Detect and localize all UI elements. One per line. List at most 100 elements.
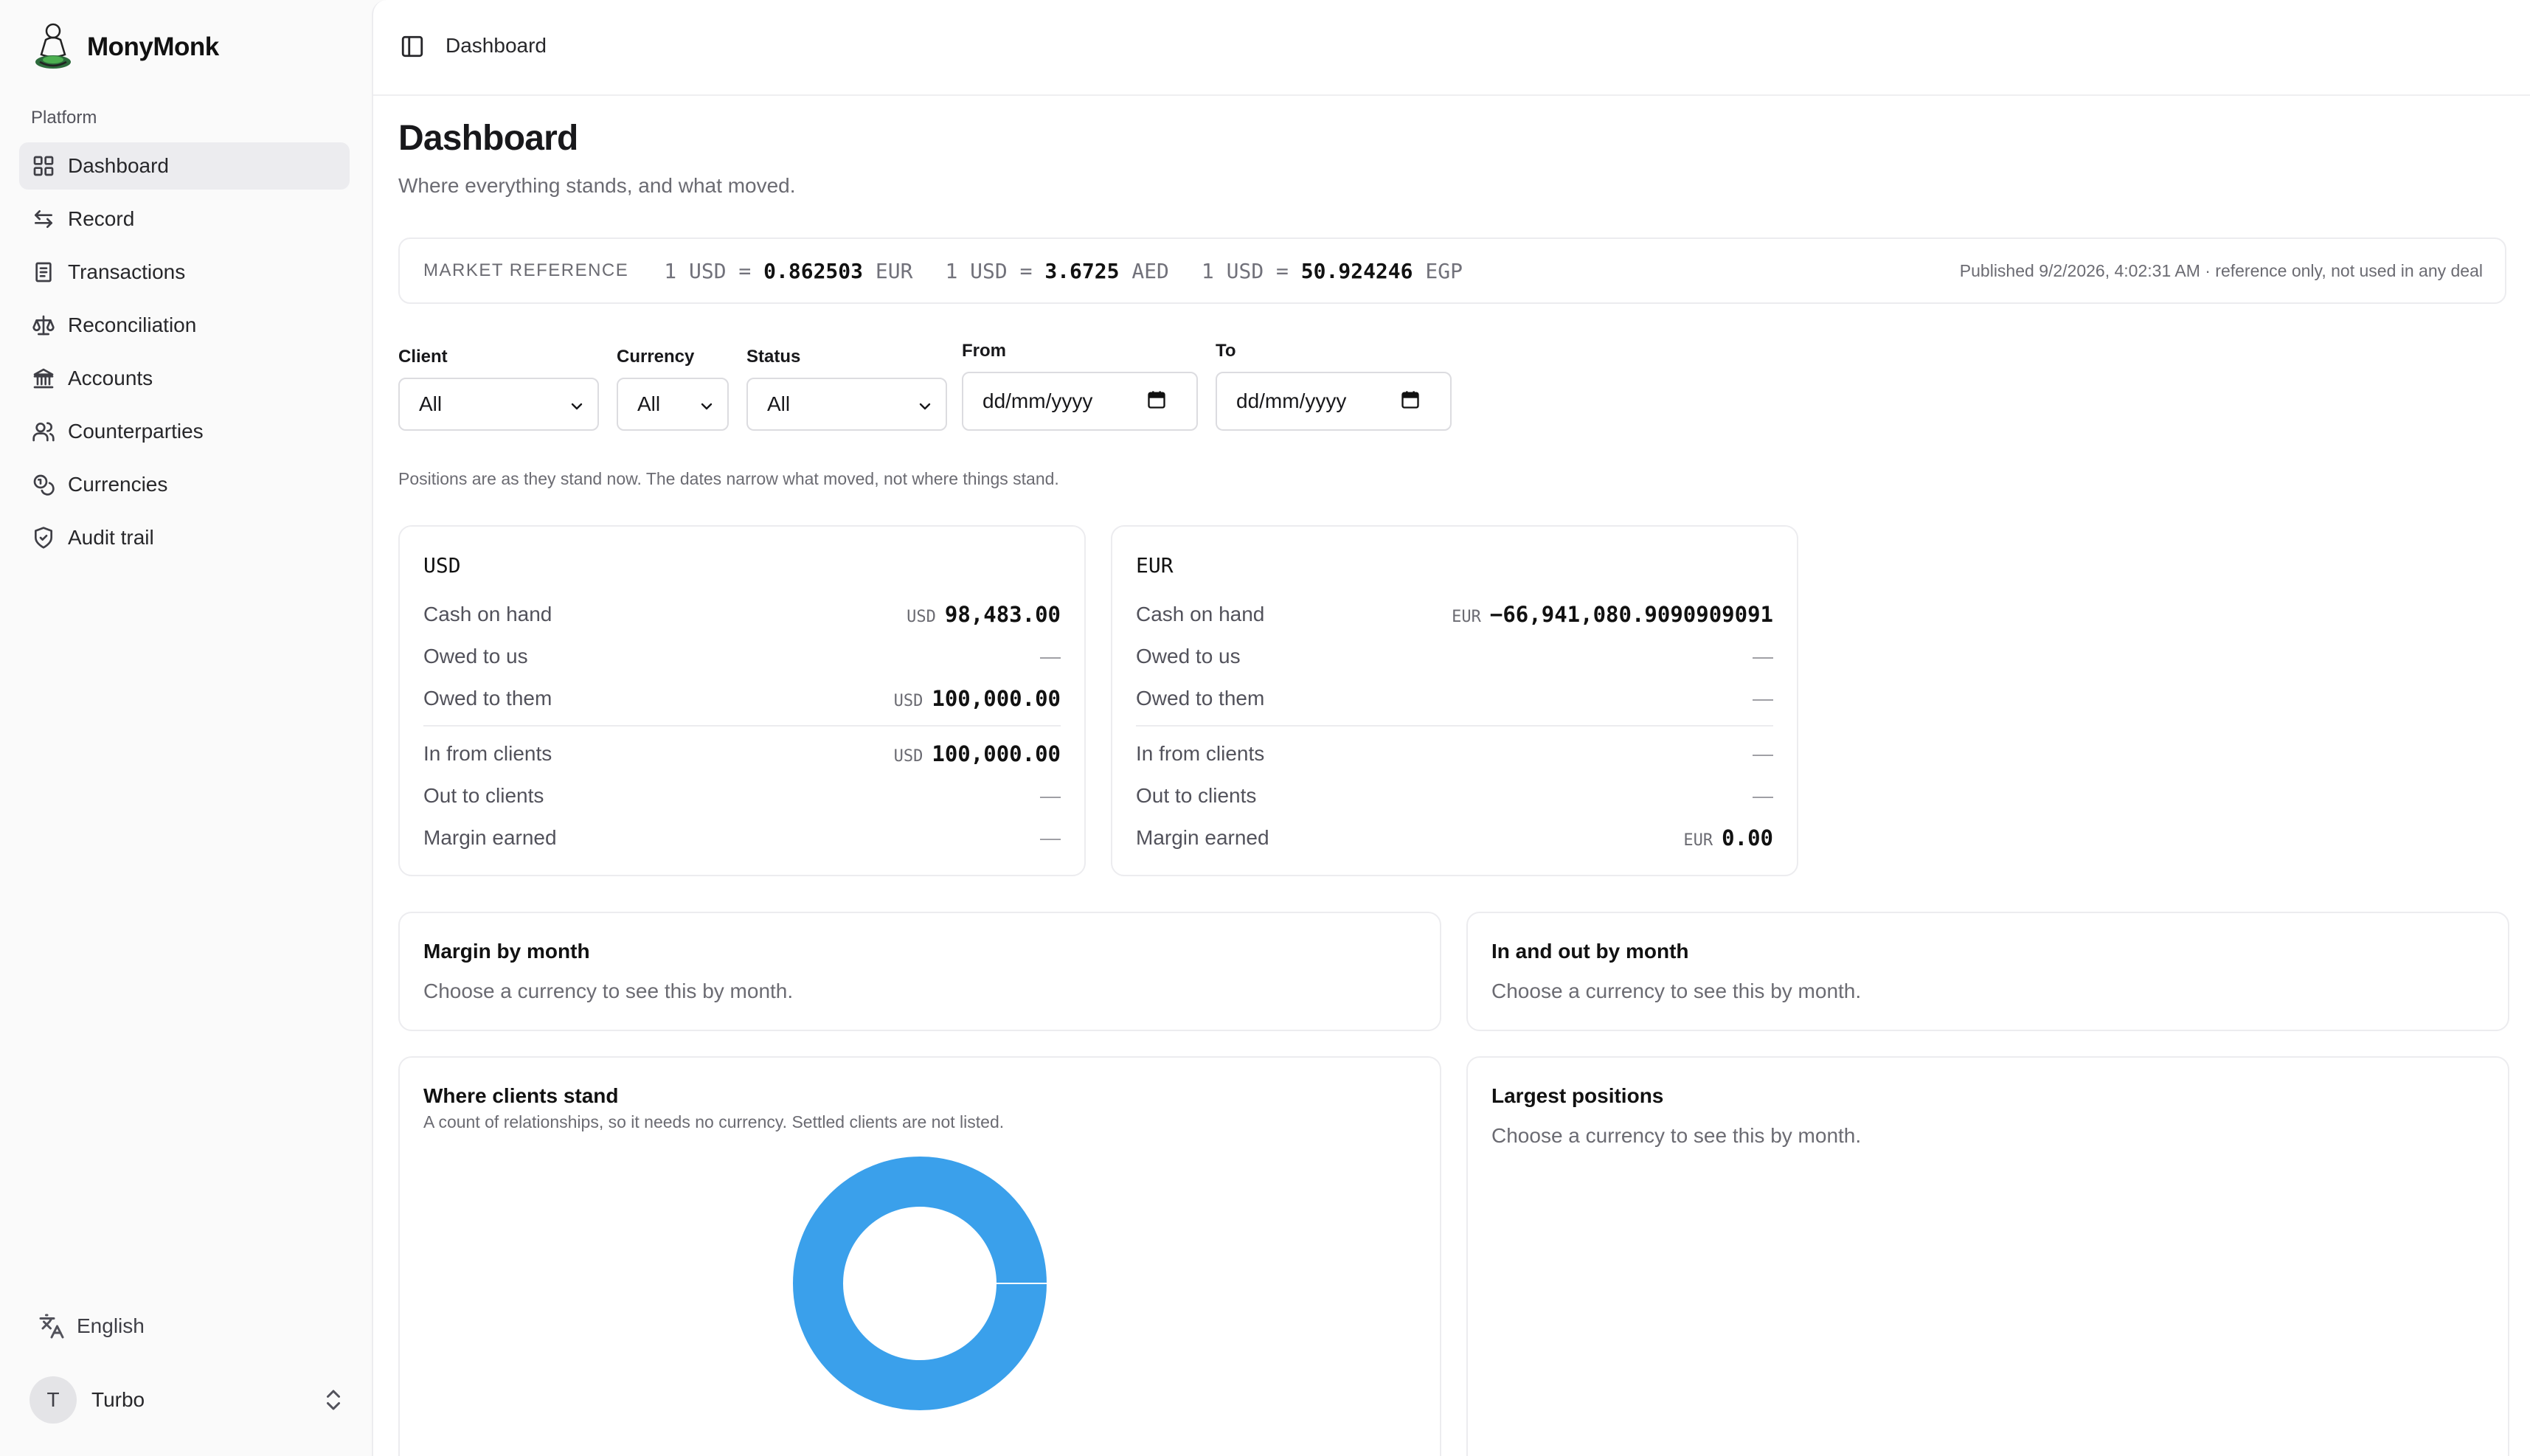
sidebar-item-label: Counterparties — [68, 420, 204, 443]
owed-to-us-row: Owed to us — — [423, 635, 1061, 677]
market-reference-bar: MARKET REFERENCE 1 USD = 0.862503 EUR 1 … — [398, 238, 2506, 304]
row-label: Cash on hand — [423, 602, 552, 625]
breadcrumb: Dashboard — [446, 34, 547, 57]
landmark-icon — [31, 366, 56, 391]
card-empty-message: Choose a currency to see this by month. — [1491, 1124, 1862, 1147]
sidebar-item-record[interactable]: Record — [19, 195, 350, 243]
status-filter-label: Status — [746, 347, 801, 367]
sidebar-item-audit-trail[interactable]: Audit trail — [19, 514, 350, 561]
row-value: USD 100,000.00 — [893, 685, 1061, 711]
in-out-by-month-card: In and out by month Choose a currency to… — [1466, 912, 2509, 1031]
row-value: — — [1040, 825, 1061, 849]
row-value: EUR 0.00 — [1683, 825, 1773, 850]
row-value: — — [1753, 644, 1773, 668]
currency-filter-label: Currency — [617, 347, 695, 367]
market-reference-label: MARKET REFERENCE — [423, 260, 629, 280]
to-date-input[interactable]: dd/mm/yyyy — [1216, 372, 1452, 431]
calendar-icon[interactable] — [1146, 389, 1167, 410]
row-label: Out to clients — [1136, 783, 1257, 807]
chevron-down-icon — [916, 397, 934, 415]
in-from-clients-row: In from clients — — [1136, 732, 1773, 774]
card-title: In and out by month — [1491, 940, 1689, 963]
row-label: Owed to us — [1136, 644, 1241, 668]
row-value: — — [1753, 783, 1773, 807]
row-label: Owed to them — [1136, 686, 1265, 710]
eur-position-card: EUR Cash on hand EUR −66,941,080.90909090… — [1111, 525, 1798, 876]
currency-filter: Currency All — [617, 347, 729, 431]
sidebar-item-transactions[interactable]: Transactions — [19, 249, 350, 296]
clients-donut-chart — [793, 1157, 1047, 1410]
currency-select-value: All — [637, 392, 661, 415]
row-label: In from clients — [1136, 741, 1265, 765]
to-date-placeholder: dd/mm/yyyy — [1236, 389, 1347, 412]
sidebar-nav: Dashboard Record Transactions Reconcilia… — [19, 142, 350, 567]
row-label: In from clients — [423, 741, 552, 765]
usd-position-card: USD Cash on hand USD 98,483.00 Owed to us… — [398, 525, 1086, 876]
sidebar-item-counterparties[interactable]: Counterparties — [19, 408, 350, 455]
in-from-clients-row: In from clients USD 100,000.00 — [423, 732, 1061, 774]
row-label: Owed to them — [423, 686, 552, 710]
row-label: Margin earned — [423, 825, 557, 849]
donut-slice[interactable] — [793, 1157, 1047, 1410]
monk-logo-icon — [35, 23, 71, 69]
client-select-value: All — [419, 392, 443, 415]
sidebar-item-label: Accounts — [68, 367, 153, 389]
cash-on-hand-row: Cash on hand EUR −66,941,080.9090909091 — [1136, 593, 1773, 635]
from-date-input[interactable]: dd/mm/yyyy — [962, 372, 1198, 431]
published-note: Published 9/2/2026, 4:02:31 AM · referen… — [1959, 261, 2483, 280]
largest-positions-card: Largest positions Choose a currency to s… — [1466, 1056, 2509, 1456]
client-filter-label: Client — [398, 347, 448, 367]
card-empty-message: Choose a currency to see this by month. — [423, 980, 794, 1002]
chevron-down-icon — [568, 397, 586, 415]
sidebar-item-reconciliation[interactable]: Reconciliation — [19, 302, 350, 349]
topbar: Dashboard — [373, 0, 2530, 96]
row-value: — — [1753, 686, 1773, 710]
receipt-icon — [31, 260, 56, 285]
sidebar-item-currencies[interactable]: Currencies — [19, 461, 350, 508]
sidebar-toggle-button[interactable] — [400, 34, 428, 62]
shield-check-icon — [31, 525, 56, 550]
chevrons-up-down-icon — [320, 1387, 347, 1413]
sidebar-item-dashboard[interactable]: Dashboard — [19, 142, 350, 190]
row-value: USD 100,000.00 — [893, 741, 1061, 766]
owed-to-them-row: Owed to them — — [1136, 677, 1773, 719]
status-select[interactable]: All — [746, 378, 947, 431]
users-icon — [31, 419, 56, 444]
user-name: Turbo — [91, 1388, 145, 1411]
chevron-down-icon — [698, 397, 715, 415]
card-title: Where clients stand — [423, 1084, 619, 1107]
rate-usd-egp: 1 USD = 50.924246 EGP — [1201, 258, 1463, 283]
page-title: Dashboard — [398, 119, 578, 158]
user-menu[interactable]: T Turbo — [30, 1376, 347, 1424]
divider — [1136, 725, 1773, 727]
rate-usd-eur: 1 USD = 0.862503 EUR — [664, 258, 913, 283]
layout-grid-icon — [31, 153, 56, 178]
brand[interactable]: MonyMonk — [30, 21, 219, 74]
row-value: — — [1753, 741, 1773, 765]
row-label: Out to clients — [423, 783, 544, 807]
client-select[interactable]: All — [398, 378, 599, 431]
sidebar: MonyMonk Platform Dashboard Record Trans… — [0, 0, 372, 1456]
language-switcher[interactable]: English — [38, 1313, 145, 1339]
row-value: USD 98,483.00 — [907, 601, 1061, 627]
sidebar-item-label: Transactions — [68, 260, 186, 283]
clients-stand-card: Where clients stand A count of relations… — [398, 1056, 1441, 1456]
client-filter: Client All — [398, 347, 599, 431]
brand-name: MonyMonk — [87, 32, 219, 61]
sidebar-item-label: Reconciliation — [68, 313, 197, 336]
coins-icon — [31, 472, 56, 497]
currency-code: USD — [423, 553, 461, 578]
owed-to-them-row: Owed to them USD 100,000.00 — [423, 677, 1061, 719]
positions-note: Positions are as they stand now. The dat… — [398, 469, 1059, 488]
out-to-clients-row: Out to clients — — [1136, 774, 1773, 817]
from-filter-label: From — [962, 341, 1006, 361]
calendar-icon[interactable] — [1400, 389, 1421, 410]
sidebar-item-label: Audit trail — [68, 526, 154, 549]
arrows-left-right-icon — [31, 207, 56, 232]
panel-left-icon — [401, 35, 423, 58]
scale-icon — [31, 313, 56, 338]
status-filter: Status All — [746, 347, 947, 431]
currency-select[interactable]: All — [617, 378, 729, 431]
owed-to-us-row: Owed to us — — [1136, 635, 1773, 677]
sidebar-item-accounts[interactable]: Accounts — [19, 355, 350, 402]
